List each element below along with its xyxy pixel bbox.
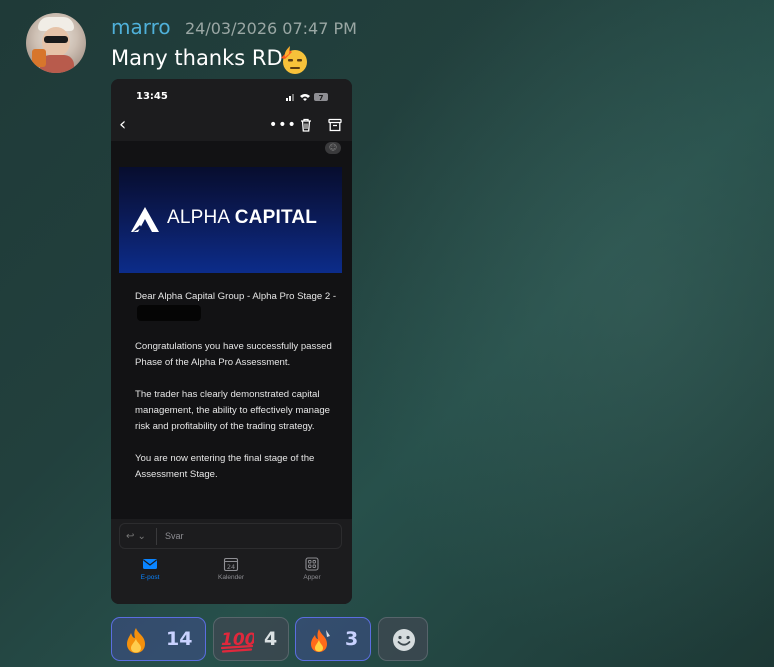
mail-toolbar: ‹ ••• [111, 115, 352, 141]
avatar[interactable] [26, 13, 86, 73]
mail-content: Dear Alpha Capital Group - Alpha Pro Sta… [135, 289, 345, 499]
reaction-hundred[interactable]: 100 4 [213, 617, 289, 661]
add-reaction-smiley-icon [393, 629, 415, 651]
trash-icon[interactable] [299, 118, 313, 132]
mail-tab-bar: E-post 24 Kalender Apper [111, 553, 352, 604]
avatar-drink [32, 49, 46, 67]
envelope-icon [143, 559, 157, 569]
mail-paragraph: Congratulations you have successfully pa… [135, 341, 332, 368]
status-time: 13:45 [136, 91, 168, 102]
mail-body: ☺ ALPHA CAPITAL Dear Alpha Capital Group… [111, 141, 352, 519]
calendar-day: 24 [227, 563, 235, 571]
tab-calendar-label: Kalender [217, 574, 245, 581]
message-text: Many thanks RD [111, 46, 283, 70]
signal-wifi-battery-icon: 7 [286, 93, 328, 102]
battery-level: 7 [319, 94, 324, 102]
alpha-capital-logo-icon [131, 207, 159, 232]
apps-grid-icon [305, 557, 319, 571]
reply-divider [156, 528, 157, 545]
username[interactable]: marro [111, 15, 171, 39]
banner-title: ALPHA CAPITAL [167, 207, 317, 229]
reply-bar[interactable]: ↩ ⌄ Svar [119, 523, 342, 549]
more-options-icon[interactable]: ••• [269, 115, 297, 135]
reply-input[interactable]: Svar [165, 531, 184, 541]
mini-smiley-icon[interactable]: ☺ [325, 142, 341, 154]
tab-calendar[interactable]: 24 Kalender [201, 557, 261, 581]
tab-apps-label: Apper [303, 574, 321, 581]
mail-paragraph: The trader has clearly demonstrated capi… [135, 389, 331, 432]
hundred-points-emoji: 100 [220, 630, 254, 653]
fire-emoji [127, 628, 145, 653]
alpha-capital-banner: ALPHA CAPITAL [119, 167, 342, 273]
mail-greeting: Dear Alpha Capital Group - Alpha Pro Sta… [135, 291, 337, 302]
message-timestamp: 24/03/2026 07:47 PM [185, 19, 357, 38]
reaction-fire[interactable]: 14 [111, 617, 206, 661]
reaction-custom-fire[interactable]: 3 [295, 617, 371, 661]
tab-mail[interactable]: E-post [120, 557, 180, 581]
banner-brand-bold: CAPITAL [234, 207, 318, 228]
add-reaction-button[interactable] [378, 617, 428, 661]
redacted-block [137, 305, 201, 321]
reactions-bar: 14 100 4 3 [111, 617, 441, 661]
calendar-icon: 24 [223, 557, 239, 571]
chat-message: marro 24/03/2026 07:47 PM Many thanks RD… [0, 0, 774, 667]
mail-paragraph: You are now entering the final stage of … [135, 453, 315, 480]
archive-icon[interactable] [328, 118, 342, 132]
back-chevron-icon[interactable]: ‹ [119, 115, 126, 135]
email-screenshot-attachment[interactable]: 13:45 7 ‹ ••• ☺ ALPHA CAPITAL Dear Alpha… [111, 79, 352, 604]
reaction-count: 3 [345, 628, 359, 650]
reaction-count: 14 [166, 628, 193, 650]
reaction-count: 4 [264, 628, 278, 650]
banner-brand-light: ALPHA [167, 207, 230, 228]
reply-chevron-icon[interactable]: ↩ ⌄ [126, 531, 146, 542]
phone-status-bar: 13:45 7 [111, 79, 352, 115]
avatar-sunglasses [44, 36, 68, 43]
custom-fire-emoji [311, 629, 330, 652]
mail-paragraph: Dear Alpha Capital Group - Alpha Pro Sta… [135, 289, 345, 323]
tab-apps[interactable]: Apper [282, 557, 342, 581]
saluting-face-with-fire-emoji [281, 46, 307, 74]
tab-mail-label: E-post [140, 574, 160, 581]
